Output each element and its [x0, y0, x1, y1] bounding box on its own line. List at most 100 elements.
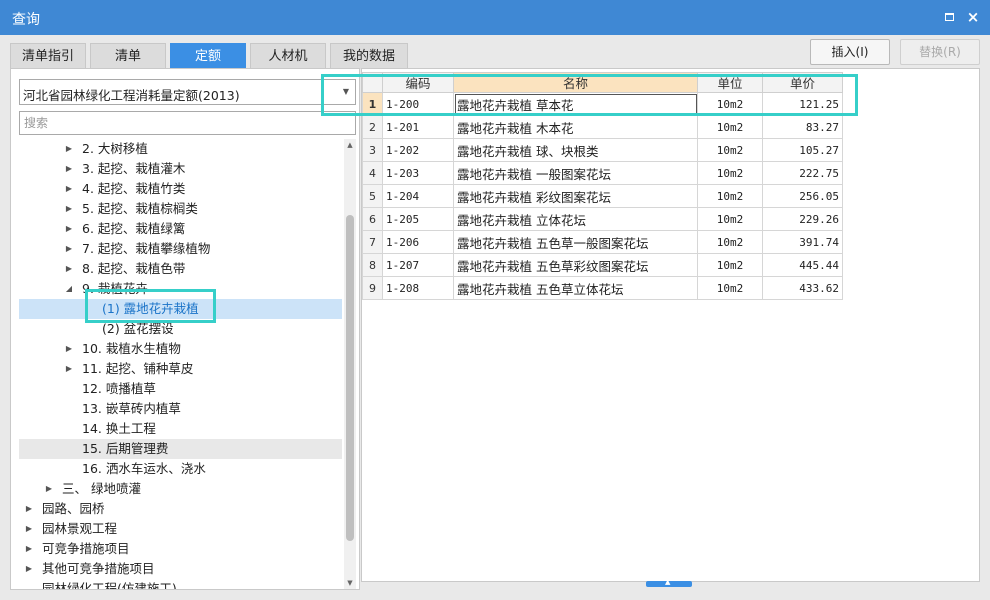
tab-list[interactable]: 清单: [90, 43, 166, 69]
cell-price[interactable]: 83.27: [762, 115, 843, 139]
tree-node[interactable]: ▶ 园林景观工程: [19, 519, 342, 539]
expand-icon[interactable]: ▶: [63, 199, 75, 219]
quota-library-select[interactable]: 河北省园林绿化工程消耗量定额(2013) ▼: [19, 79, 356, 105]
expand-icon[interactable]: ▶: [23, 519, 35, 539]
tree-node[interactable]: ▶ 三、 绿地喷灌: [19, 479, 342, 499]
panel-collapse-handle[interactable]: ▲: [646, 578, 692, 587]
tree-node[interactable]: ▶ 其他可竞争措施项目: [19, 559, 342, 579]
expand-icon[interactable]: ▶: [23, 559, 35, 579]
tree-node[interactable]: ▶ 11. 起挖、铺种草皮: [19, 359, 342, 379]
scroll-down-icon[interactable]: ▼: [344, 577, 356, 589]
tree-node-hovered[interactable]: 15. 后期管理费: [19, 439, 342, 459]
expand-icon[interactable]: ▶: [63, 259, 75, 279]
cell-unit[interactable]: 10m2: [697, 276, 763, 300]
cell-price[interactable]: 445.44: [762, 253, 843, 277]
expand-icon[interactable]: ▶: [63, 239, 75, 259]
scrollbar-thumb[interactable]: [346, 215, 354, 541]
expand-icon[interactable]: ▶: [23, 539, 35, 559]
tree-node[interactable]: ▶ 4. 起挖、栽植竹类: [19, 179, 342, 199]
tree-node[interactable]: ▶ 6. 起挖、栽植绿篱: [19, 219, 342, 239]
column-header-unit[interactable]: 单位: [697, 72, 763, 93]
tree-node[interactable]: ◢ 9. 栽植花卉: [19, 279, 342, 299]
chevron-down-icon[interactable]: ▼: [337, 80, 355, 104]
tree-node[interactable]: 14. 换土工程: [19, 419, 342, 439]
tree-node[interactable]: ▶ 园路、园桥: [19, 499, 342, 519]
cell-code[interactable]: 1-207: [382, 253, 454, 277]
search-input[interactable]: [20, 112, 355, 134]
cell-name[interactable]: 露地花卉栽植 彩纹图案花坛: [453, 184, 698, 208]
cell-unit[interactable]: 10m2: [697, 184, 763, 208]
tree-node[interactable]: 12. 喷播植草: [19, 379, 342, 399]
expand-icon[interactable]: ▶: [63, 179, 75, 199]
cell-name[interactable]: 露地花卉栽植 木本花: [453, 115, 698, 139]
cell-code[interactable]: 1-206: [382, 230, 454, 254]
tab-list-guide[interactable]: 清单指引: [10, 43, 86, 69]
cell-price[interactable]: 105.27: [762, 138, 843, 162]
cell-code[interactable]: 1-201: [382, 115, 454, 139]
tree-node[interactable]: ▶ 8. 起挖、栽植色带: [19, 259, 342, 279]
tree-node[interactable]: 16. 洒水车运水、浇水: [19, 459, 342, 479]
cell-unit[interactable]: 10m2: [697, 230, 763, 254]
cell-name[interactable]: 露地花卉栽植 五色草一般图案花坛: [453, 230, 698, 254]
maximize-button[interactable]: [940, 8, 958, 26]
cell-code[interactable]: 1-202: [382, 138, 454, 162]
cell-unit[interactable]: 10m2: [697, 115, 763, 139]
table-row[interactable]: 9 1-208 露地花卉栽植 五色草立体花坛 10m2 433.62: [362, 276, 843, 300]
tree-node[interactable]: ▶ 2. 大树移植: [19, 139, 342, 159]
tree-node[interactable]: ▶ 7. 起挖、栽植攀缘植物: [19, 239, 342, 259]
collapse-icon[interactable]: ◢: [63, 279, 75, 299]
expand-icon[interactable]: ▶: [63, 219, 75, 239]
table-row[interactable]: 3 1-202 露地花卉栽植 球、块根类 10m2 105.27: [362, 138, 843, 162]
cell-name[interactable]: 露地花卉栽植 球、块根类: [453, 138, 698, 162]
cell-name[interactable]: 露地花卉栽植 一般图案花坛: [453, 161, 698, 185]
cell-code[interactable]: 1-200: [382, 92, 454, 116]
cell-price[interactable]: 433.62: [762, 276, 843, 300]
expand-icon[interactable]: ▶: [63, 359, 75, 379]
tab-labor-material[interactable]: 人材机: [250, 43, 326, 69]
tree-node[interactable]: (2) 盆花摆设: [19, 319, 342, 339]
cell-code[interactable]: 1-208: [382, 276, 454, 300]
table-row[interactable]: 2 1-201 露地花卉栽植 木本花 10m2 83.27: [362, 115, 843, 139]
tree-node[interactable]: 园林绿化工程(仿建施工): [19, 579, 342, 589]
tree-node[interactable]: ▶ 可竞争措施项目: [19, 539, 342, 559]
tree-node[interactable]: ▶ 5. 起挖、栽植棕榈类: [19, 199, 342, 219]
cell-price[interactable]: 222.75: [762, 161, 843, 185]
table-row[interactable]: 8 1-207 露地花卉栽植 五色草彩纹图案花坛 10m2 445.44: [362, 253, 843, 277]
cell-name[interactable]: 露地花卉栽植 五色草立体花坛: [453, 276, 698, 300]
expand-icon[interactable]: ▶: [63, 339, 75, 359]
insert-button[interactable]: 插入(I): [810, 39, 890, 65]
expand-icon[interactable]: ▶: [23, 499, 35, 519]
tree-node-selected[interactable]: (1) 露地花卉栽植: [19, 299, 342, 319]
table-row[interactable]: 1 1-200 露地花卉栽植 草本花 10m2 121.25: [362, 92, 843, 116]
tab-my-data[interactable]: 我的数据: [330, 43, 408, 69]
cell-price[interactable]: 256.05: [762, 184, 843, 208]
cell-unit[interactable]: 10m2: [697, 161, 763, 185]
cell-name[interactable]: 露地花卉栽植 立体花坛: [453, 207, 698, 231]
expand-icon[interactable]: ▶: [43, 479, 55, 499]
cell-code[interactable]: 1-204: [382, 184, 454, 208]
cell-code[interactable]: 1-203: [382, 161, 454, 185]
tree-node[interactable]: ▶ 10. 栽植水生植物: [19, 339, 342, 359]
table-row[interactable]: 5 1-204 露地花卉栽植 彩纹图案花坛 10m2 256.05: [362, 184, 843, 208]
cell-unit[interactable]: 10m2: [697, 253, 763, 277]
close-button[interactable]: ×: [964, 8, 982, 26]
cell-name[interactable]: 露地花卉栽植 五色草彩纹图案花坛: [453, 253, 698, 277]
expand-icon[interactable]: ▶: [63, 139, 75, 159]
expand-icon[interactable]: ▶: [63, 159, 75, 179]
cell-unit[interactable]: 10m2: [697, 92, 763, 116]
column-header-price[interactable]: 单价: [762, 72, 843, 93]
table-row[interactable]: 6 1-205 露地花卉栽植 立体花坛 10m2 229.26: [362, 207, 843, 231]
column-header-name[interactable]: 名称: [453, 72, 698, 93]
cell-price[interactable]: 391.74: [762, 230, 843, 254]
cell-price[interactable]: 121.25: [762, 92, 843, 116]
cell-code[interactable]: 1-205: [382, 207, 454, 231]
column-header-code[interactable]: 编码: [382, 72, 454, 93]
cell-price[interactable]: 229.26: [762, 207, 843, 231]
table-row[interactable]: 7 1-206 露地花卉栽植 五色草一般图案花坛 10m2 391.74: [362, 230, 843, 254]
tree-scrollbar[interactable]: ▲ ▼: [344, 139, 356, 589]
tree-node[interactable]: ▶ 3. 起挖、栽植灌木: [19, 159, 342, 179]
tab-quota[interactable]: 定额: [170, 43, 246, 69]
cell-unit[interactable]: 10m2: [697, 138, 763, 162]
replace-button[interactable]: 替换(R): [900, 39, 980, 65]
table-row[interactable]: 4 1-203 露地花卉栽植 一般图案花坛 10m2 222.75: [362, 161, 843, 185]
